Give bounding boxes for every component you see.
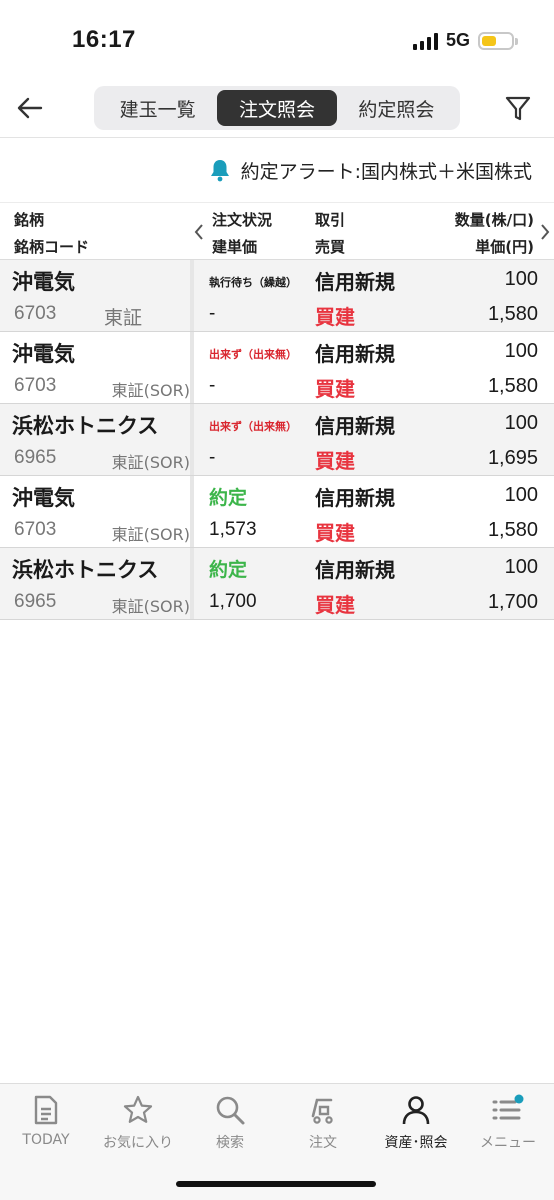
status-bar: 16:17 5G <box>0 0 554 80</box>
home-indicator <box>176 1181 376 1187</box>
quantity: 100 <box>504 268 538 290</box>
tab-execution-inquiry[interactable]: 約定照会 <box>337 90 456 126</box>
chevron-right-icon[interactable] <box>540 223 550 241</box>
stock-code: 6703 <box>14 375 57 396</box>
nav-today[interactable]: TODAY <box>0 1094 92 1148</box>
build-price: - <box>209 375 216 396</box>
signal-icon <box>412 32 438 50</box>
nav-label: 注文 <box>309 1135 337 1151</box>
stock-code: 6965 <box>14 447 57 468</box>
market: 東証(SOR) <box>111 525 190 544</box>
trade-side: 買建 <box>315 305 355 329</box>
build-price: - <box>209 447 216 468</box>
table-row[interactable]: 浜松ホトニクス 6965 東証(SOR) 約定 1,700 信用新規 買建 10… <box>0 548 554 620</box>
trade-type: 信用新規 <box>315 486 395 510</box>
header-code: 銘柄コード <box>14 238 90 256</box>
trade-type: 信用新規 <box>315 270 395 294</box>
stock-name: 沖電気 <box>12 486 75 510</box>
stock-name: 浜松ホトニクス <box>12 414 159 438</box>
quantity: 100 <box>504 556 538 578</box>
network-label: 5G <box>445 30 470 50</box>
unit-price: 1,580 <box>487 375 538 397</box>
quantity: 100 <box>504 412 538 434</box>
nav-order[interactable]: 注文 <box>277 1094 369 1152</box>
bell-icon <box>210 160 229 182</box>
unit-price: 1,580 <box>487 303 538 325</box>
filter-button[interactable] <box>500 90 536 126</box>
table-header: 銘柄 銘柄コード 注文状況 建単価 取引 売買 数量(株/口) 単価(円) <box>0 202 554 260</box>
unit-price: 1,695 <box>487 447 538 469</box>
order-status: 執行待ち（繰越） <box>209 276 297 289</box>
table-row[interactable]: 沖電気 6703 東証(SOR) 出来ず（出来無） - 信用新規 買建 100 … <box>0 332 554 404</box>
market: 東証(SOR) <box>111 381 190 400</box>
unit-price: 1,700 <box>487 591 538 613</box>
trade-type: 信用新規 <box>315 558 395 582</box>
alert-text: 約定アラート:国内株式＋米国株式 <box>240 160 532 183</box>
order-status: 出来ず（出来無） <box>209 420 297 433</box>
document-icon <box>34 1095 58 1125</box>
trade-side: 買建 <box>315 521 355 545</box>
tab-positions[interactable]: 建玉一覧 <box>98 90 217 126</box>
nav-label: お気に入り <box>103 1135 173 1151</box>
unit-price: 1,580 <box>487 519 538 541</box>
menu-icon <box>492 1094 524 1120</box>
order-status: 約定 <box>209 559 248 581</box>
chevron-left-icon[interactable] <box>194 223 204 241</box>
nav-label: TODAY <box>22 1132 70 1148</box>
tab-order-inquiry[interactable]: 注文照会 <box>217 90 337 126</box>
header: 建玉一覧 注文照会 約定照会 <box>0 80 554 138</box>
stock-code: 6965 <box>14 591 57 612</box>
battery-icon <box>478 31 518 50</box>
table-row[interactable]: 沖電気 6703 東証(SOR) 約定 1,573 信用新規 買建 100 1,… <box>0 476 554 548</box>
nav-label: 検索 <box>216 1135 244 1151</box>
market: 東証(SOR) <box>111 453 190 472</box>
header-qty: 数量(株/口) <box>454 211 534 229</box>
cart-icon <box>311 1098 333 1124</box>
search-icon <box>216 1096 245 1125</box>
execution-alert[interactable]: 約定アラート:国内株式＋米国株式 <box>209 150 532 190</box>
nav-search[interactable]: 検索 <box>184 1094 276 1152</box>
nav-label: 資産･照会 <box>384 1135 448 1151</box>
person-icon <box>402 1096 430 1125</box>
market: 東証 <box>104 307 143 329</box>
nav-menu[interactable]: メニュー <box>462 1094 554 1152</box>
header-side: 売買 <box>315 238 346 256</box>
order-status: 約定 <box>209 487 248 509</box>
trade-side: 買建 <box>315 593 355 617</box>
header-status: 注文状況 <box>212 211 273 229</box>
status-time: 16:17 <box>72 26 136 53</box>
build-price: 1,700 <box>209 591 257 612</box>
nav-assets[interactable]: 資産･照会 <box>370 1094 462 1152</box>
stock-code: 6703 <box>14 303 57 324</box>
trade-type: 信用新規 <box>315 414 395 438</box>
market: 東証(SOR) <box>111 597 190 616</box>
stock-name: 沖電気 <box>12 270 75 294</box>
trade-side: 買建 <box>315 377 355 401</box>
trade-side: 買建 <box>315 449 355 473</box>
table-row[interactable]: 沖電気 6703 東証 執行待ち（繰越） - 信用新規 買建 100 1,580 <box>0 260 554 332</box>
stock-name: 沖電気 <box>12 342 75 366</box>
header-name: 銘柄 <box>14 211 45 229</box>
star-icon <box>123 1095 153 1123</box>
stock-code: 6703 <box>14 519 57 540</box>
header-trade: 取引 <box>315 211 346 229</box>
order-table: 銘柄 銘柄コード 注文状況 建単価 取引 売買 数量(株/口) 単価(円) 沖電… <box>0 202 554 620</box>
filter-icon <box>505 96 531 121</box>
header-unit-price: 単価(円) <box>475 238 534 256</box>
table-row[interactable]: 浜松ホトニクス 6965 東証(SOR) 出来ず（出来無） - 信用新規 買建 … <box>0 404 554 476</box>
stock-name: 浜松ホトニクス <box>12 558 159 582</box>
arrow-left-icon <box>17 97 43 119</box>
order-status: 出来ず（出来無） <box>209 348 297 361</box>
quantity: 100 <box>504 484 538 506</box>
back-button[interactable] <box>12 90 48 126</box>
nav-favorites[interactable]: お気に入り <box>92 1094 184 1152</box>
tab-segment: 建玉一覧 注文照会 約定照会 <box>94 86 460 130</box>
status-indicators: 5G <box>412 30 518 51</box>
trade-type: 信用新規 <box>315 342 395 366</box>
quantity: 100 <box>504 340 538 362</box>
nav-label: メニュー <box>480 1135 536 1151</box>
build-price: 1,573 <box>209 519 257 540</box>
build-price: - <box>209 303 216 324</box>
header-build-price: 建単価 <box>212 238 258 256</box>
